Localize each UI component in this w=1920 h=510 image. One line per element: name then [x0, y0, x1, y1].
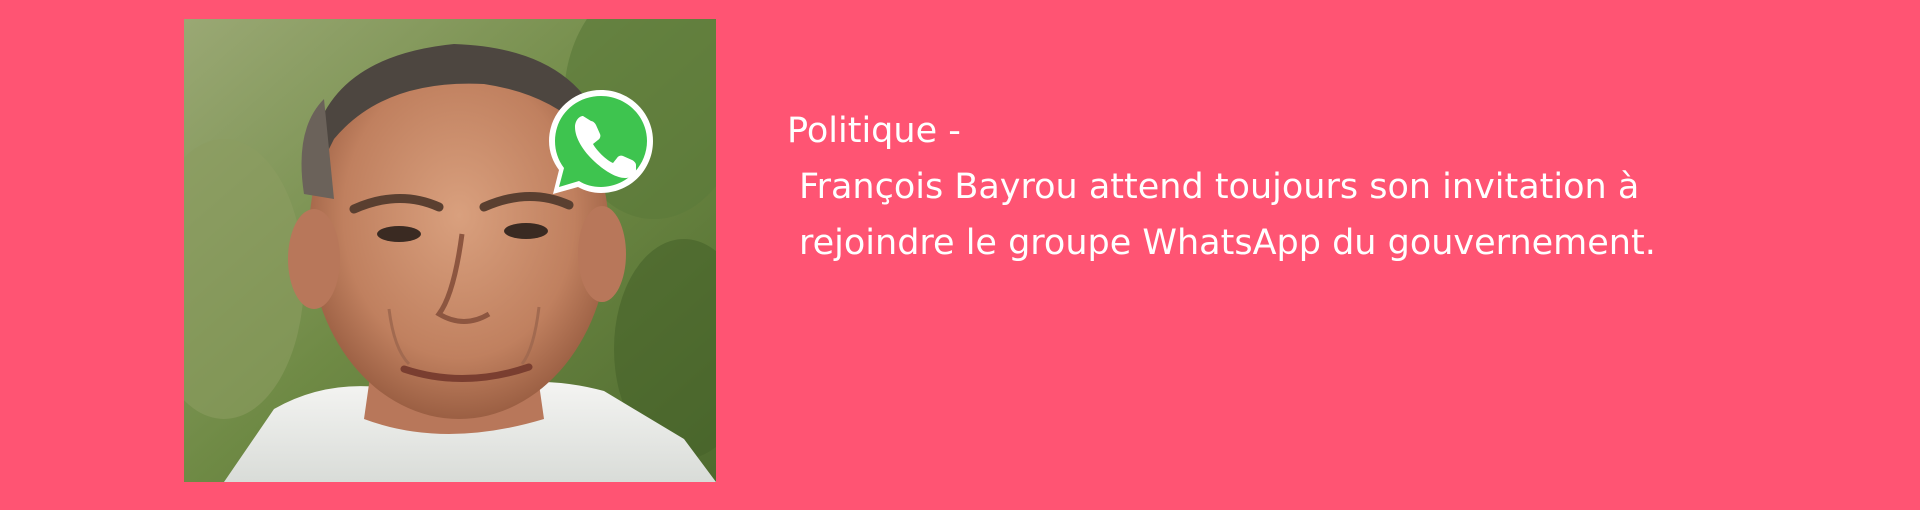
article-teaser[interactable]: Politique - François Bayrou attend toujo…	[787, 103, 1867, 271]
category-label: Politique -	[787, 111, 961, 151]
whatsapp-icon	[545, 86, 657, 198]
headline-line-1: François Bayrou attend toujours son invi…	[799, 167, 1640, 207]
headline-line-2: rejoindre le groupe WhatsApp du gouverne…	[799, 223, 1656, 263]
